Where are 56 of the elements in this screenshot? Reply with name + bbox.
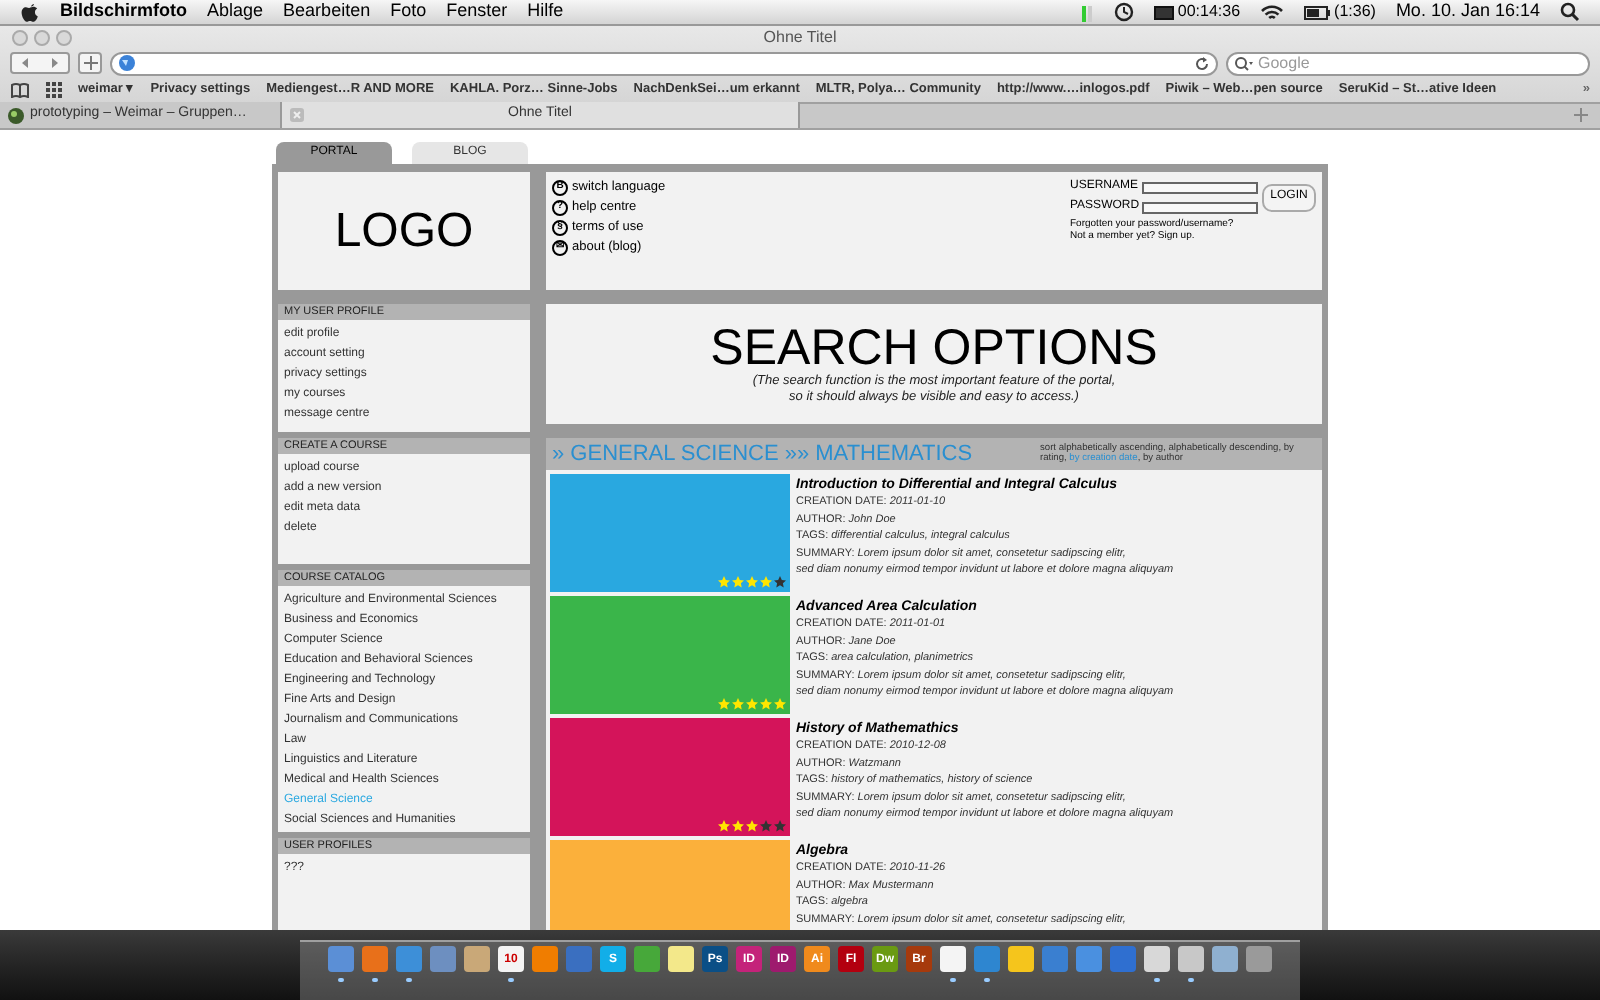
- new-tab-button[interactable]: [1574, 108, 1588, 122]
- course-thumbnail[interactable]: [550, 840, 790, 930]
- course-thumbnail[interactable]: [550, 718, 790, 836]
- timer-text: 00:14:36: [1177, 0, 1241, 24]
- dock-app-icon[interactable]: [362, 946, 388, 972]
- dock-app-icon[interactable]: [1076, 946, 1102, 972]
- globe-icon: [118, 54, 136, 72]
- battery-icon[interactable]: [1304, 5, 1331, 19]
- search-icon[interactable]: [1560, 2, 1580, 22]
- dock-app-icon[interactable]: [396, 946, 422, 972]
- dock-app-icon[interactable]: [668, 946, 694, 972]
- menu-item[interactable]: Ablage: [207, 0, 264, 26]
- course-thumbnail[interactable]: [550, 474, 790, 592]
- dock-app-icon[interactable]: [940, 946, 966, 972]
- logo-text[interactable]: LOGO: [334, 207, 474, 255]
- dock-app-icon[interactable]: [1212, 946, 1238, 972]
- search-field[interactable]: Google: [1226, 51, 1590, 75]
- dock-app-icon[interactable]: [532, 946, 558, 972]
- dock-app-icon[interactable]: [566, 946, 592, 972]
- dock-app-icon[interactable]: [328, 946, 354, 972]
- reload-icon[interactable]: [1194, 55, 1210, 71]
- menu-item[interactable]: Bearbeiten: [283, 0, 371, 26]
- battery-time: (1:36): [1334, 0, 1376, 24]
- dock-app-icon[interactable]: [1042, 946, 1068, 972]
- grid-icon[interactable]: [46, 82, 62, 98]
- plus-icon: [83, 56, 97, 70]
- password-field[interactable]: [1142, 201, 1258, 213]
- clock-icon[interactable]: [1113, 2, 1134, 22]
- dock-app-icon[interactable]: [974, 946, 1000, 972]
- breadcrumb: » GENERAL SCIENCE »» MATHEMATICS: [552, 443, 973, 465]
- site-favicon-icon: [8, 107, 24, 123]
- close-icon[interactable]: [290, 108, 304, 122]
- window-title: Ohne Titel: [763, 25, 837, 49]
- dock-app-icon[interactable]: [430, 946, 456, 972]
- app-menu[interactable]: Bildschirmfoto: [60, 0, 188, 26]
- apple-icon[interactable]: [20, 1, 40, 23]
- level-bars-icon[interactable]: [1081, 3, 1094, 21]
- course-thumbnail[interactable]: [550, 596, 790, 714]
- username-field[interactable]: [1142, 181, 1258, 193]
- menu-item[interactable]: Foto: [390, 0, 427, 26]
- menu-item[interactable]: Fenster: [446, 0, 508, 26]
- book-icon[interactable]: [10, 82, 30, 98]
- menu-clock[interactable]: Mo. 10. Jan 16:14: [1395, 0, 1540, 26]
- dock-app-icon[interactable]: [1110, 946, 1136, 972]
- dock-app-icon[interactable]: [1178, 946, 1204, 972]
- search-options-title: SEARCH OPTIONS: [710, 322, 1158, 374]
- search-icon: [1234, 55, 1254, 71]
- dock-app-icon[interactable]: [1246, 946, 1272, 972]
- add-bookmark-button[interactable]: [78, 52, 102, 74]
- wifi-icon[interactable]: [1260, 3, 1285, 21]
- address-field[interactable]: [110, 51, 1218, 75]
- dock-app-icon[interactable]: [1144, 946, 1170, 972]
- dock-app-icon[interactable]: [464, 946, 490, 972]
- dock-app-icon[interactable]: [634, 946, 660, 972]
- menu-item[interactable]: Hilfe: [527, 0, 564, 26]
- dock-app-icon[interactable]: [1008, 946, 1034, 972]
